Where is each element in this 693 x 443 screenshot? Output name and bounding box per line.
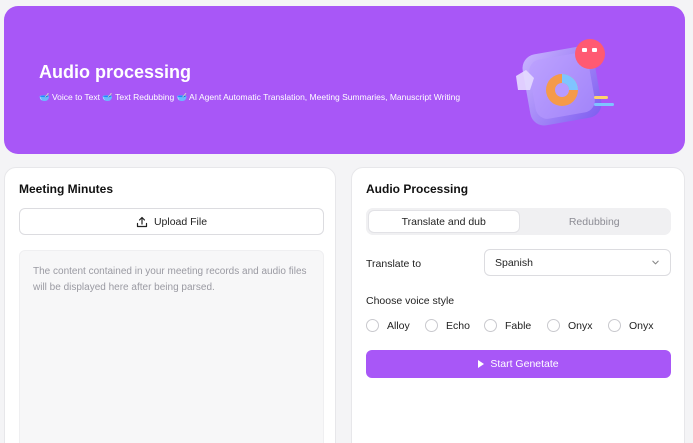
language-select[interactable]: Spanish — [484, 249, 671, 276]
audio-processing-title: Audio Processing — [366, 182, 469, 196]
tab-translate-and-dub[interactable]: Translate and dub — [368, 210, 520, 233]
mode-tabs: Translate and dub Redubbing — [366, 208, 671, 235]
upload-file-button[interactable]: Upload File — [19, 208, 324, 235]
radio-circle — [547, 319, 560, 332]
voice-option-alloy[interactable]: Alloy — [366, 319, 410, 332]
translate-to-label: Translate to — [366, 258, 422, 270]
start-generate-button[interactable]: Start Genetate — [366, 350, 671, 378]
upload-file-label: Upload File — [153, 215, 208, 228]
radio-circle — [484, 319, 497, 332]
hero-subtitle: 🥣 Voice to Text 🥣 Text Redubbing 🥣 AI Ag… — [39, 92, 461, 102]
voice-option-onyx-2[interactable]: Onyx — [608, 319, 654, 332]
voice-option-echo[interactable]: Echo — [425, 319, 470, 332]
radio-circle — [366, 319, 379, 332]
language-select-value: Spanish — [495, 256, 533, 269]
chevron-down-icon — [652, 260, 659, 265]
upload-icon — [136, 216, 148, 227]
meeting-minutes-card: Meeting Minutes Upload File The content … — [4, 167, 336, 443]
minutes-placeholder: The content contained in your meeting re… — [33, 266, 307, 293]
voice-option-fable[interactable]: Fable — [484, 319, 531, 332]
meeting-minutes-title: Meeting Minutes — [19, 182, 114, 196]
page-title: Audio processing — [39, 62, 192, 82]
hero-illustration — [516, 39, 614, 126]
voice-option-label: Fable — [505, 319, 532, 332]
voice-option-label: Echo — [446, 319, 470, 332]
tab-redubbing[interactable]: Redubbing — [520, 210, 670, 233]
voice-option-label: Onyx — [629, 319, 654, 332]
voice-option-onyx[interactable]: Onyx — [547, 319, 593, 332]
radio-circle — [608, 319, 621, 332]
start-generate-label: Start Genetate — [490, 358, 559, 370]
voice-style-options: Alloy Echo Fable Onyx Onyx — [366, 319, 676, 335]
voice-style-label: Choose voice style — [366, 295, 455, 307]
voice-option-label: Onyx — [568, 319, 593, 332]
hero-banner: Audio processing 🥣 Voice to Text 🥣 Text … — [4, 6, 685, 154]
radio-circle — [425, 319, 438, 332]
voice-option-label: Alloy — [387, 319, 410, 332]
minutes-content-area[interactable]: The content contained in your meeting re… — [19, 250, 324, 443]
audio-processing-card: Audio Processing Translate and dub Redub… — [351, 167, 685, 443]
play-icon — [478, 360, 485, 368]
